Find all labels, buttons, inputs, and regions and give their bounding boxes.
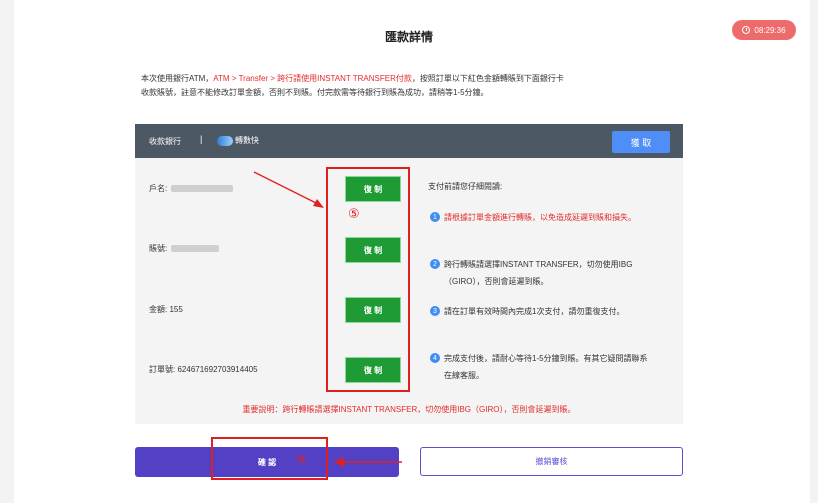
important-note: 重要說明：跨行轉賬請選擇INSTANT TRANSFER，切勿使用IBG（GIR… xyxy=(242,405,576,414)
countdown-timer: 08:29:36 xyxy=(732,20,796,40)
amount-value: 155 xyxy=(169,305,183,314)
annotation-arrow-left-icon xyxy=(334,457,402,467)
get-button[interactable]: 獲 取 xyxy=(612,131,670,153)
annotation-step-5: ⑤ xyxy=(348,206,360,221)
annotation-box-confirm xyxy=(211,437,328,480)
notice-line-2: 收款賬號，註意不能修改訂單金額，否則不到賬。付完款需等待銀行到賬為成功，請稍等1… xyxy=(141,88,489,97)
order-label: 訂單號: xyxy=(149,365,176,374)
tip-1: 1 請根據訂單金額進行轉賬，以免造成延遲到賬和損失。 xyxy=(430,209,650,226)
account-number-label: 賬號: xyxy=(149,244,168,253)
tip-number-icon: 1 xyxy=(430,212,440,222)
tip-number-icon: 3 xyxy=(430,306,440,316)
fps-logo-icon xyxy=(217,135,233,146)
right-gutter xyxy=(810,0,818,503)
tip-4: 4 完成支付後，請耐心等待1-5分鐘到賬。有其它疑問請聯系在線客服。 xyxy=(430,350,650,384)
notice-text: 本次使用銀行ATM， xyxy=(141,74,214,83)
account-name-field: 戶名: xyxy=(149,183,234,194)
bank-panel-header: 收款銀行 | 轉數快 獲 取 xyxy=(135,124,683,158)
account-number-redacted xyxy=(171,245,220,253)
annotation-arrow-icon xyxy=(253,171,324,208)
tip-2: 2 跨行轉賬請選擇INSTANT TRANSFER，切勿使用IBG（GIRO），… xyxy=(430,256,650,290)
annotation-box-copy-buttons xyxy=(326,167,410,392)
tip-number-icon: 4 xyxy=(430,353,440,363)
timer-value: 08:29:36 xyxy=(754,25,786,35)
order-number-field: 訂單號: 624671692703914405 xyxy=(149,364,258,375)
tip-number-icon: 2 xyxy=(430,259,440,269)
payment-notice: 本次使用銀行ATM，ATM > Transfer > 跨行請使用INSTANT … xyxy=(141,72,701,100)
account-number-field: 賬號: xyxy=(149,243,220,254)
tip-text: 請根據訂單金額進行轉賬，以免造成延遲到賬和損失。 xyxy=(444,213,636,222)
amount-label: 金額: xyxy=(149,305,168,314)
header-separator: | xyxy=(200,134,203,144)
notice-text-after: ，按照訂單以下紅色金額轉賬到下面銀行卡 xyxy=(411,74,564,83)
tips-title: 支付前請您仔細閱讀: xyxy=(428,182,503,191)
bank-label: 收款銀行 xyxy=(149,137,181,146)
tip-text: 請在訂單有效時間內完成1次支付，請勿重復支付。 xyxy=(444,307,625,316)
tip-text: 跨行轉賬請選擇INSTANT TRANSFER，切勿使用IBG（GIRO），否則… xyxy=(444,260,633,286)
tip-text: 完成支付後，請耐心等待1-5分鐘到賬。有其它疑問請聯系在線客服。 xyxy=(444,354,648,380)
tip-3: 3 請在訂單有效時間內完成1次支付，請勿重復支付。 xyxy=(430,303,650,320)
annotation-step-6: ⑥ xyxy=(296,452,307,466)
order-value: 624671692703914405 xyxy=(177,365,258,374)
clock-icon xyxy=(742,26,751,34)
notice-line-1: 本次使用銀行ATM，ATM > Transfer > 跨行請使用INSTANT … xyxy=(141,72,701,86)
fps-logo: 轉數快 xyxy=(217,135,259,146)
bank-name: 轉數快 xyxy=(235,136,259,145)
page: 匯款詳情 08:29:36 本次使用銀行ATM，ATM > Transfer >… xyxy=(0,0,818,503)
left-gutter xyxy=(0,0,14,503)
notice-red-path: ATM > Transfer > 跨行請使用INSTANT TRANSFER付款 xyxy=(213,74,412,83)
cancel-review-button[interactable]: 撤銷審核 xyxy=(420,447,683,476)
account-name-label: 戶名: xyxy=(149,184,168,193)
amount-field: 金額: 155 xyxy=(149,304,183,315)
account-name-redacted xyxy=(171,185,234,193)
page-title: 匯款詳情 xyxy=(384,30,433,44)
